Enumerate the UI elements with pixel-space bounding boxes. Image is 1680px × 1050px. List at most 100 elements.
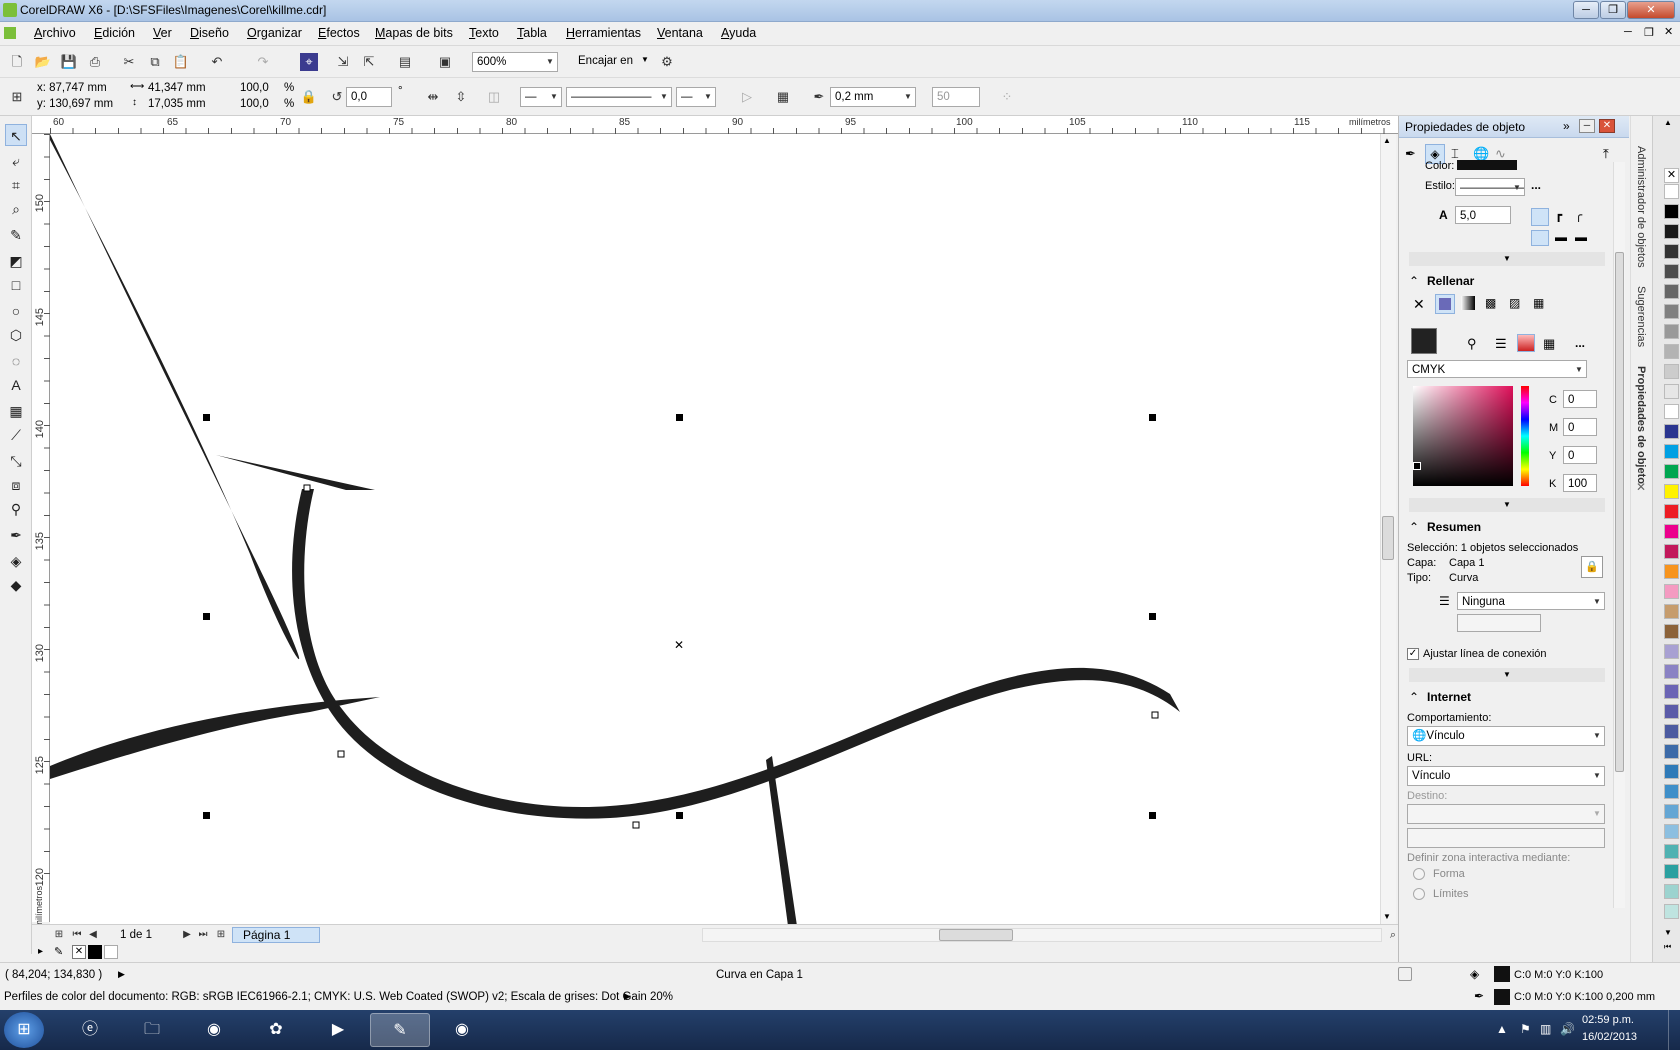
palette-swatch[interactable]: [1664, 264, 1679, 279]
docker-close-icon[interactable]: ✕: [1599, 119, 1615, 133]
selection-handle-ml[interactable]: [203, 613, 210, 620]
palette-scroll-up-icon[interactable]: ▲: [1664, 118, 1672, 127]
taskbar-explorer-icon[interactable]: 🗀: [122, 1013, 182, 1047]
menu-herramientas[interactable]: Herramientas: [566, 26, 641, 40]
last-page-icon[interactable]: ⏭: [194, 926, 212, 944]
docker-expand-icon[interactable]: »: [1563, 119, 1570, 133]
palette-swatch[interactable]: [1664, 324, 1679, 339]
eyedropper-tool-icon[interactable]: ⚲: [5, 498, 27, 520]
color-profiles[interactable]: Perfiles de color del documento: RGB: sR…: [4, 991, 673, 1003]
taskbar-ie-icon[interactable]: ⓔ: [60, 1013, 120, 1047]
outline-tab-icon[interactable]: ✒: [1405, 146, 1416, 162]
palette-swatch[interactable]: [1664, 584, 1679, 599]
ellipse-tool-icon[interactable]: ○: [5, 300, 27, 322]
palette-swatch[interactable]: [1664, 284, 1679, 299]
dimension-tool-icon[interactable]: ⟋: [5, 424, 27, 446]
pattern-fill-icon[interactable]: ▩: [1485, 296, 1496, 310]
fill-more-ellipsis[interactable]: ...: [1575, 336, 1585, 350]
eyedropper-icon[interactable]: ✎: [54, 945, 63, 958]
palette-expand-icon[interactable]: ⏮: [1664, 942, 1671, 952]
full-screen-icon[interactable]: ▣: [436, 53, 454, 71]
outline-tool-icon[interactable]: ✒: [5, 524, 27, 546]
taskbar-app-icon[interactable]: ✿: [246, 1013, 306, 1047]
palette-swatch[interactable]: [1664, 704, 1679, 719]
add-page-before-icon[interactable]: ⊞: [50, 926, 68, 944]
cap-round-icon[interactable]: ▬: [1555, 230, 1567, 244]
end-arrow-select[interactable]: — ▼: [676, 87, 716, 107]
polygon-tool-icon[interactable]: ⬡: [5, 324, 27, 346]
horizontal-ruler[interactable]: 60 65 70 75 80 85 90 95 100 105 110 115 …: [32, 116, 1398, 134]
adjust-connector-checkbox[interactable]: ✓: [1407, 648, 1419, 660]
scale-y[interactable]: 100,0: [240, 98, 269, 110]
no-fill-swatch[interactable]: ✕: [1664, 168, 1679, 183]
shape-radio[interactable]: [1413, 868, 1425, 880]
corner-round-icon[interactable]: ┏: [1555, 208, 1562, 222]
new-icon[interactable]: 🗋: [8, 53, 26, 71]
taskbar-chrome-icon[interactable]: ◉: [184, 1013, 244, 1047]
shape-tool-icon[interactable]: ⤶: [5, 150, 27, 172]
palette-swatch[interactable]: [1664, 904, 1679, 919]
print-icon[interactable]: ⎙: [86, 53, 104, 71]
vertical-scrollbar[interactable]: ▲ ▼: [1380, 134, 1396, 926]
m-field[interactable]: 0: [1563, 418, 1597, 436]
doc-minimize-icon[interactable]: ─: [1624, 26, 1632, 38]
start-button[interactable]: ⊞: [4, 1012, 44, 1048]
internet-section-collapse-icon[interactable]: ⌃: [1409, 690, 1419, 704]
object-properties-tab[interactable]: Propiedades de objeto: [1635, 366, 1647, 484]
pick-tool-icon[interactable]: ↖: [5, 124, 27, 146]
blend-tool-icon[interactable]: ⧈: [5, 474, 27, 496]
menu-ver[interactable]: Ver: [153, 26, 172, 40]
palette-menu-icon[interactable]: ▸: [38, 946, 43, 957]
menu-texto[interactable]: Texto: [469, 26, 499, 40]
uniform-fill-icon[interactable]: [1435, 294, 1455, 314]
scroll-down-icon[interactable]: ▼: [1383, 912, 1391, 921]
selection-handle-br[interactable]: [1149, 812, 1156, 819]
hue-slider[interactable]: [1521, 386, 1529, 486]
palette-swatch[interactable]: [1664, 564, 1679, 579]
clock-date[interactable]: 16/02/2013: [1582, 1031, 1637, 1043]
drawing-canvas[interactable]: ✕: [50, 134, 1380, 926]
curve-thorn-top[interactable]: [216, 455, 375, 490]
palette-swatch[interactable]: [1664, 844, 1679, 859]
rotation-angle-field[interactable]: 0,0: [346, 87, 392, 107]
curve-smoothing-field[interactable]: 50: [932, 87, 980, 107]
menu-edicion[interactable]: Edición: [94, 26, 135, 40]
selection-handle-bm[interactable]: [676, 812, 683, 819]
palette-swatch[interactable]: [1664, 444, 1679, 459]
black-swatch[interactable]: [88, 945, 102, 959]
palette-swatch[interactable]: [1664, 224, 1679, 239]
palette-swatch[interactable]: [1664, 884, 1679, 899]
menu-organizar[interactable]: Organizar: [247, 26, 302, 40]
outline-expand-arrow[interactable]: ▼: [1409, 252, 1605, 266]
crop-tool-icon[interactable]: ⌗: [5, 174, 27, 196]
wrap-offset-field[interactable]: [1457, 614, 1541, 632]
snap-to-label[interactable]: Encajar en: [578, 55, 633, 67]
tray-arrow-icon[interactable]: ▲: [1496, 1022, 1508, 1036]
connector-tool-icon[interactable]: ⤡: [5, 450, 27, 472]
palette-swatch[interactable]: [1664, 344, 1679, 359]
taskbar-chrome2-icon[interactable]: ◉: [432, 1013, 492, 1047]
scroll-up-icon[interactable]: ▲: [1383, 136, 1391, 145]
selection-handle-mr[interactable]: [1149, 613, 1156, 620]
palette-swatch[interactable]: [1664, 724, 1679, 739]
outline-color-chip[interactable]: [1494, 989, 1510, 1005]
menu-archivo[interactable]: Archivo: [34, 26, 76, 40]
taskbar-coreldraw-icon[interactable]: ✎: [370, 1013, 430, 1047]
export-icon[interactable]: ⇱: [360, 53, 378, 71]
corner-miter-icon[interactable]: [1531, 208, 1549, 226]
selection-handle-tl[interactable]: [203, 414, 210, 421]
palette-swatch[interactable]: [1664, 544, 1679, 559]
miter-limit-field[interactable]: 5,0: [1455, 206, 1511, 224]
selection-handle-bl[interactable]: [203, 812, 210, 819]
line-style-combo[interactable]: —————— ▼: [1455, 178, 1525, 196]
doc-close-icon[interactable]: ✕: [1664, 25, 1673, 38]
limits-radio[interactable]: [1413, 888, 1425, 900]
fill-section-collapse-icon[interactable]: ⌃: [1409, 274, 1419, 288]
curve-lower-stem[interactable]: [766, 756, 797, 926]
freehand-tool-icon[interactable]: ✎: [5, 224, 27, 246]
menu-tabla[interactable]: Tabla: [517, 26, 547, 40]
palette-swatch[interactable]: [1664, 304, 1679, 319]
color-picker-handle[interactable]: [1413, 462, 1421, 470]
color-sliders-icon[interactable]: ☰: [1495, 336, 1507, 352]
palette-swatch[interactable]: [1664, 524, 1679, 539]
